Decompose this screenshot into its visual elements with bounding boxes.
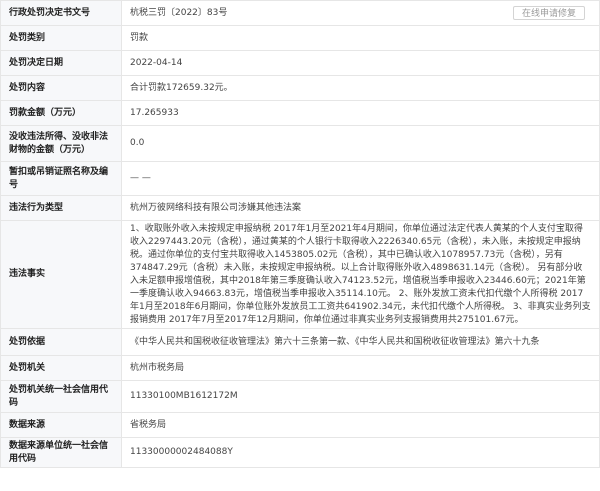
label-source-code: 数据来源单位统一社会信用代码 (0, 437, 122, 468)
label-violation-type: 违法行为类型 (0, 195, 122, 221)
value-authority: 杭州市税务局 (121, 355, 600, 381)
penalty-info-table: 行政处罚决定书文号 杭税三罚〔2022〕83号 在线申请修复 处罚类别 罚款 处… (0, 0, 600, 468)
row-authority-code: 处罚机关统一社会信用代码 11330100MB1612172M (0, 380, 600, 413)
label-authority-code: 处罚机关统一社会信用代码 (0, 380, 122, 413)
value-fine-amount: 17.265933 (121, 100, 600, 126)
row-decision-no: 行政处罚决定书文号 杭税三罚〔2022〕83号 在线申请修复 (0, 0, 600, 26)
online-repair-button[interactable]: 在线申请修复 (513, 6, 585, 20)
row-decision-date: 处罚决定日期 2022-04-14 (0, 50, 600, 76)
row-authority: 处罚机关 杭州市税务局 (0, 355, 600, 381)
value-category: 罚款 (121, 25, 600, 51)
label-basis: 处罚依据 (0, 328, 122, 356)
row-license-revoked: 暂扣或吊销证照名称及编号 — — (0, 161, 600, 196)
label-fine-amount: 罚款金额（万元） (0, 100, 122, 126)
value-authority-code: 11330100MB1612172M (121, 380, 600, 413)
row-fine-amount: 罚款金额（万元） 17.265933 (0, 100, 600, 126)
row-source: 数据来源 省税务局 (0, 412, 600, 438)
row-category: 处罚类别 罚款 (0, 25, 600, 51)
row-violation-type: 违法行为类型 杭州万彼网络科技有限公司涉嫌其他违法案 (0, 195, 600, 221)
label-authority: 处罚机关 (0, 355, 122, 381)
row-source-code: 数据来源单位统一社会信用代码 11330000002484088Y (0, 437, 600, 468)
label-license-revoked: 暂扣或吊销证照名称及编号 (0, 161, 122, 196)
value-source-code: 11330000002484088Y (121, 437, 600, 468)
row-basis: 处罚依据 《中华人民共和国税收征收管理法》第六十三条第一款、《中华人民共和国税收… (0, 328, 600, 356)
value-violation-type: 杭州万彼网络科技有限公司涉嫌其他违法案 (121, 195, 600, 221)
value-content: 合计罚款172659.32元。 (121, 75, 600, 101)
value-confiscated: 0.0 (121, 125, 600, 162)
row-facts: 违法事实 1、收取账外收入未按规定申报纳税 2017年1月至2021年4月期间，… (0, 220, 600, 329)
label-decision-date: 处罚决定日期 (0, 50, 122, 76)
value-facts: 1、收取账外收入未按规定申报纳税 2017年1月至2021年4月期间，你单位通过… (121, 220, 600, 329)
value-decision-date: 2022-04-14 (121, 50, 600, 76)
value-basis: 《中华人民共和国税收征收管理法》第六十三条第一款、《中华人民共和国税收征收管理法… (121, 328, 600, 356)
row-content: 处罚内容 合计罚款172659.32元。 (0, 75, 600, 101)
value-decision-no: 杭税三罚〔2022〕83号 (130, 7, 228, 18)
label-source: 数据来源 (0, 412, 122, 438)
label-content: 处罚内容 (0, 75, 122, 101)
row-confiscated: 没收违法所得、没收非法财物的金额（万元） 0.0 (0, 125, 600, 162)
value-decision-no-cell: 杭税三罚〔2022〕83号 在线申请修复 (121, 0, 600, 26)
value-license-revoked: — — (121, 161, 600, 196)
label-decision-no: 行政处罚决定书文号 (0, 0, 122, 26)
label-category: 处罚类别 (0, 25, 122, 51)
label-facts: 违法事实 (0, 220, 122, 329)
label-confiscated: 没收违法所得、没收非法财物的金额（万元） (0, 125, 122, 162)
value-source: 省税务局 (121, 412, 600, 438)
